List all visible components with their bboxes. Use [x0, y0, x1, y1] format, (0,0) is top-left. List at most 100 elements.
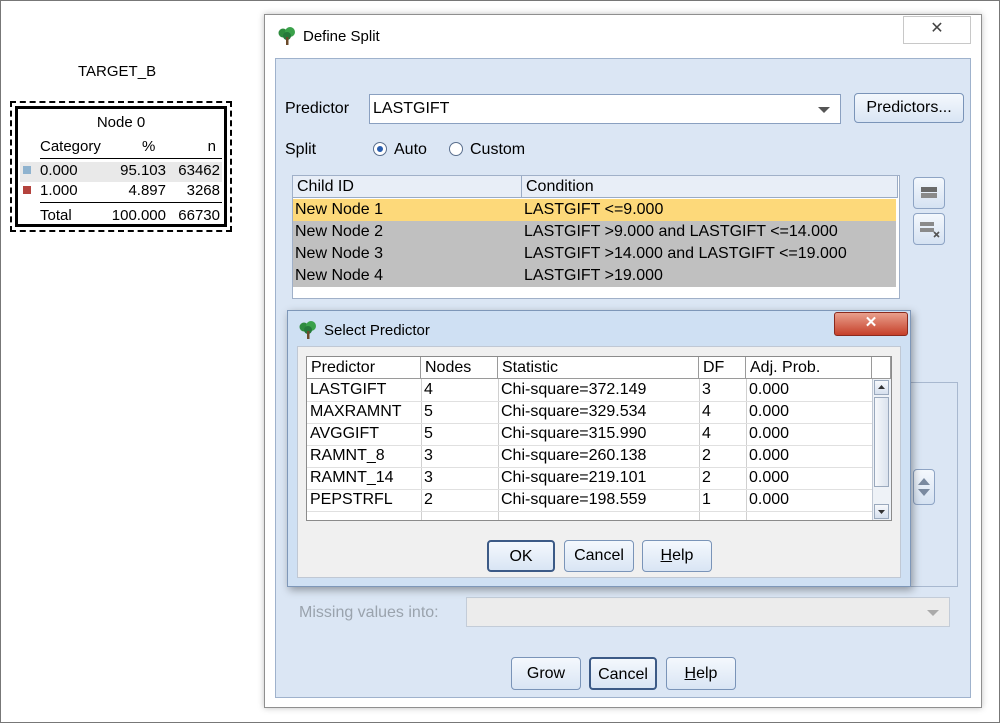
select-predictor-dialog: Select Predictor ✕ Predictor Nodes Stati… [287, 310, 911, 587]
predictor-row-name: PEPSTRFL [310, 491, 393, 508]
predictor-row-statistic: Chi-square=219.101 [501, 469, 647, 486]
select-predictor-close-button[interactable]: ✕ [834, 312, 908, 336]
node-total-rule [40, 202, 222, 203]
node-row-1-percent: 4.897 [128, 182, 166, 199]
nodes-col-header[interactable]: Nodes [421, 357, 498, 379]
predictors-button[interactable]: Predictors... [854, 93, 964, 123]
help-button[interactable]: Help [666, 657, 736, 690]
target-label: TARGET_B [78, 63, 157, 80]
condition-row-2[interactable]: New Node 2 LASTGIFT >9.000 and LASTGIFT … [293, 221, 896, 243]
select-help-button[interactable]: Help [642, 540, 712, 572]
predictor-dropdown-value: LASTGIFT [373, 100, 450, 117]
condition-row-2-child: New Node 2 [295, 223, 384, 240]
predictor-row-statistic: Chi-square=329.534 [501, 403, 647, 420]
predictor-row[interactable]: LASTGIFT 4 Chi-square=372.149 3 0.000 [307, 379, 872, 402]
scroll-down-button[interactable] [874, 504, 889, 519]
predictor-row-df: 1 [702, 491, 711, 508]
condition-row-1[interactable]: New Node 1 LASTGIFT <=9.000 [293, 199, 896, 221]
node-total-n: 66730 [178, 207, 220, 224]
condition-row-3[interactable]: New Node 3 LASTGIFT >14.000 and LASTGIFT… [293, 243, 896, 265]
scroll-thumb[interactable] [874, 397, 889, 487]
node-row-1-n: 3268 [186, 182, 220, 199]
child-id-header[interactable]: Child ID [293, 176, 522, 198]
predictor-row-df: 2 [702, 469, 711, 486]
chevron-down-icon [818, 107, 830, 113]
predictor-row[interactable]: RAMNT_8 3 Chi-square=260.138 2 0.000 [307, 445, 872, 468]
predictor-row-df: 4 [702, 403, 711, 420]
node-total-percent: 100.000 [111, 207, 166, 224]
category-0-swatch [23, 166, 31, 174]
predictor-row-statistic: Chi-square=372.149 [501, 381, 647, 398]
predictor-row-nodes: 4 [424, 381, 433, 398]
select-cancel-button[interactable]: Cancel [564, 540, 634, 572]
custom-radio[interactable] [449, 142, 463, 156]
node-header-percent: % [142, 138, 156, 155]
node-row-0-n: 63462 [178, 162, 220, 179]
predictor-row-prob: 0.000 [749, 381, 790, 398]
predictor-row-statistic: Chi-square=198.559 [501, 491, 647, 508]
auto-radio-label: Auto [394, 141, 427, 158]
predictor-row[interactable]: PEPSTRFL 2 Chi-square=198.559 1 0.000 [307, 489, 872, 512]
predictor-row-nodes: 2 [424, 491, 433, 508]
predictor-row-df: 2 [702, 447, 711, 464]
select-predictor-title: Select Predictor [324, 322, 430, 339]
ok-button[interactable]: OK [487, 540, 555, 572]
condition-row-4-condition: LASTGIFT >19.000 [524, 267, 663, 284]
define-split-title: Define Split [303, 28, 380, 45]
statistic-col-header[interactable]: Statistic [498, 357, 699, 379]
predictor-row-name: MAXRAMNT [310, 403, 402, 420]
merge-icon [921, 187, 937, 198]
condition-row-3-condition: LASTGIFT >14.000 and LASTGIFT <=19.000 [524, 245, 847, 262]
split-icon [920, 222, 940, 238]
node-header-category: Category [40, 138, 101, 155]
missing-values-dropdown[interactable] [466, 597, 950, 627]
predictor-grid-scrollbar[interactable] [872, 379, 891, 520]
tree-icon [299, 321, 316, 339]
predictor-row-nodes: 5 [424, 403, 433, 420]
define-split-close-button[interactable]: ✕ [903, 16, 971, 44]
condition-row-3-child: New Node 3 [295, 245, 384, 262]
predictor-row[interactable]: MAXRAMNT 5 Chi-square=329.534 4 0.000 [307, 401, 872, 424]
node-header-n: n [207, 138, 216, 155]
predictor-row[interactable]: AVGGIFT 5 Chi-square=315.990 4 0.000 [307, 423, 872, 446]
predictor-row-nodes: 3 [424, 447, 433, 464]
predictor-row-nodes: 5 [424, 425, 433, 442]
node-header-row: Category % n [20, 138, 222, 158]
predictor-row[interactable]: RAMNT_14 3 Chi-square=219.101 2 0.000 [307, 467, 872, 490]
predictor-dropdown[interactable]: LASTGIFT [369, 94, 841, 124]
missing-values-label: Missing values into: [299, 604, 439, 621]
cancel-button[interactable]: Cancel [589, 657, 657, 690]
predictor-row-statistic: Chi-square=260.138 [501, 447, 647, 464]
chevron-down-icon [927, 610, 939, 616]
condition-row-4[interactable]: New Node 4 LASTGIFT >19.000 [293, 265, 896, 287]
node-row-0: 0.000 95.103 63462 [20, 162, 222, 182]
grow-button[interactable]: Grow [511, 657, 581, 690]
define-split-titlebar: Define Split ✕ [265, 15, 981, 59]
node-row-0-percent: 95.103 [120, 162, 166, 179]
custom-radio-label: Custom [470, 141, 526, 158]
node-title: Node 0 [96, 114, 146, 131]
scroll-up-button[interactable] [874, 380, 889, 395]
split-label: Split [285, 141, 317, 158]
predictor-row-name: LASTGIFT [310, 381, 387, 398]
predictor-row-df: 4 [702, 425, 711, 442]
merge-nodes-button[interactable] [913, 177, 945, 209]
split-nodes-button[interactable] [913, 213, 945, 245]
df-col-header[interactable]: DF [699, 357, 746, 379]
scroll-up-icon [878, 385, 885, 389]
condition-header[interactable]: Condition [522, 176, 898, 198]
predictor-col-header[interactable]: Predictor [307, 357, 421, 379]
tree-node-0[interactable]: Node 0 Category % n 0.000 95.103 63462 1… [10, 101, 232, 232]
prob-col-header[interactable]: Adj. Prob. [746, 357, 872, 379]
condition-row-2-condition: LASTGIFT >9.000 and LASTGIFT <=14.000 [524, 223, 838, 240]
node-row-1: 1.000 4.897 3268 [20, 182, 222, 202]
predictor-row-name: AVGGIFT [310, 425, 380, 442]
conditions-table: Child ID Condition New Node 1 LASTGIFT <… [292, 175, 900, 299]
select-predictor-body: Predictor Nodes Statistic DF Adj. Prob. … [297, 346, 901, 578]
move-up-down-button[interactable] [913, 469, 935, 505]
predictor-row-name: RAMNT_8 [310, 447, 385, 464]
predictor-row-statistic: Chi-square=315.990 [501, 425, 647, 442]
predictor-row-prob: 0.000 [749, 491, 790, 508]
auto-radio[interactable] [373, 142, 387, 156]
node-row-0-category: 0.000 [40, 162, 78, 179]
